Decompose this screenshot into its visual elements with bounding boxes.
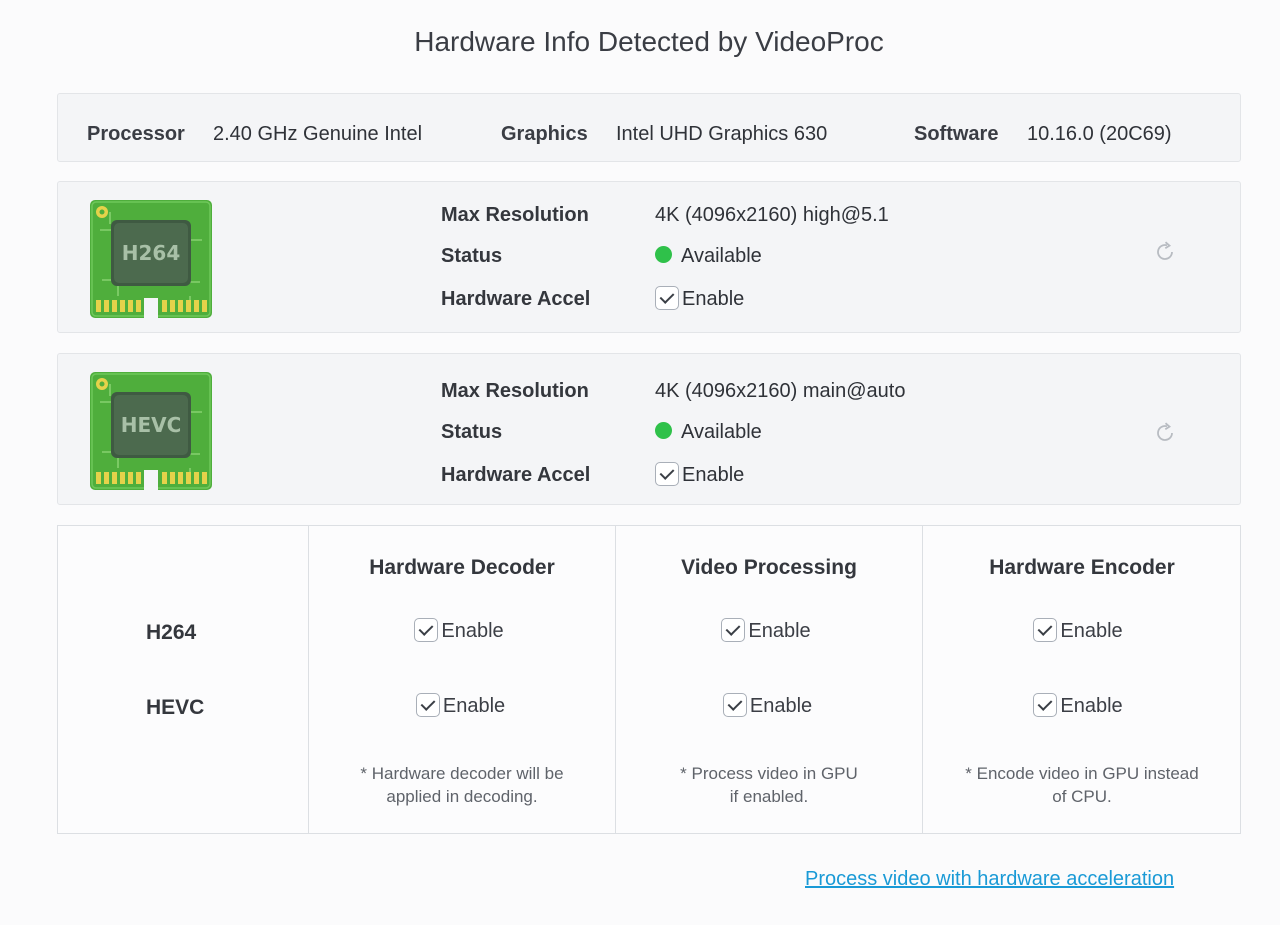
codec-panel-hevc: HEVC Max Resolution 4K (4096x2160) main@… (57, 353, 1241, 505)
status-text: Available (681, 421, 762, 443)
hardware-accel-toggle[interactable]: Enable (655, 286, 744, 311)
column-header-hardware-decoder: Hardware Decoder (369, 556, 555, 579)
checkbox-label: Enable (749, 695, 813, 717)
status-dot-icon (655, 246, 672, 263)
checkbox-label: Enable (1060, 620, 1123, 642)
max-resolution-value: 4K (4096x2160) high@5.1 (655, 204, 889, 226)
row-name-h264: H264 (146, 621, 197, 644)
status-dot-icon (655, 422, 672, 439)
checkbox-checked-icon[interactable] (415, 693, 440, 717)
hardware-accel-toggle[interactable]: Enable (655, 462, 744, 487)
chip-icon: HEVC (90, 372, 212, 490)
decoder-note: * Hardware decoder will be applied in de… (309, 762, 615, 808)
graphics-label: Graphics (501, 123, 588, 145)
hardware-accel-text: Enable (682, 464, 745, 486)
checkbox-label: Enable (1060, 695, 1123, 717)
status-text: Available (681, 245, 762, 267)
status-label: Status (441, 245, 503, 267)
hevc-processing-checkbox[interactable]: Enable (616, 693, 919, 718)
note-line: * Process video in GPU (680, 764, 858, 783)
system-info-panel: Processor 2.40 GHz Genuine Intel Graphic… (57, 93, 1241, 162)
chip-label: H264 (122, 241, 181, 265)
capability-matrix: Hardware Decoder Video Processing Hardwa… (57, 525, 1241, 834)
checkbox-label: Enable (442, 695, 506, 717)
refresh-icon[interactable] (1153, 421, 1177, 445)
max-resolution-label: Max Resolution (441, 204, 589, 226)
row-name-hevc: HEVC (146, 696, 205, 719)
note-line: applied in decoding. (386, 787, 538, 806)
note-line: if enabled. (729, 787, 809, 806)
processor-label: Processor (87, 123, 185, 145)
processing-note: * Process video in GPU if enabled. (616, 762, 922, 808)
max-resolution-value: 4K (4096x2160) main@auto (655, 380, 906, 402)
hevc-encoder-checkbox[interactable]: Enable (923, 693, 1233, 718)
note-line: * Encode video in GPU instead (965, 764, 1199, 783)
checkbox-label: Enable (748, 620, 811, 642)
processor-value: 2.40 GHz Genuine Intel (213, 123, 423, 145)
h264-processing-checkbox[interactable]: Enable (616, 618, 916, 643)
page-title: Hardware Info Detected by VideoProc (414, 26, 884, 57)
column-header-video-processing: Video Processing (681, 556, 857, 579)
checkbox-checked-icon[interactable] (722, 693, 747, 717)
hardware-acceleration-link[interactable]: Process video with hardware acceleration (805, 868, 1174, 891)
hevc-decoder-checkbox[interactable]: Enable (309, 693, 612, 718)
encoder-note: * Encode video in GPU instead of CPU. (923, 762, 1241, 808)
hardware-accel-label: Hardware Accel (441, 288, 591, 310)
status-label: Status (441, 421, 503, 443)
hardware-accel-label: Hardware Accel (441, 464, 591, 486)
max-resolution-label: Max Resolution (441, 380, 589, 402)
hardware-accel-text: Enable (682, 288, 745, 310)
checkbox-checked-icon[interactable] (1033, 693, 1058, 717)
checkbox-checked-icon[interactable] (655, 462, 679, 486)
checkbox-checked-icon[interactable] (1033, 618, 1058, 642)
note-line: of CPU. (1052, 787, 1112, 806)
checkbox-label: Enable (441, 620, 504, 642)
chip-icon: H264 (90, 200, 212, 318)
h264-encoder-checkbox[interactable]: Enable (923, 618, 1233, 643)
status-value: Available (655, 245, 762, 268)
note-line: * Hardware decoder will be (360, 764, 564, 783)
graphics-value: Intel UHD Graphics 630 (616, 123, 828, 145)
status-value: Available (655, 421, 762, 444)
software-value: 10.16.0 (20C69) (1027, 123, 1172, 145)
software-label: Software (914, 123, 999, 145)
checkbox-checked-icon[interactable] (655, 286, 679, 310)
chip-label: HEVC (121, 413, 182, 437)
h264-decoder-checkbox[interactable]: Enable (309, 618, 609, 643)
checkbox-checked-icon[interactable] (414, 618, 439, 642)
checkbox-checked-icon[interactable] (721, 618, 746, 642)
column-header-hardware-encoder: Hardware Encoder (989, 556, 1175, 579)
refresh-icon[interactable] (1153, 240, 1177, 264)
codec-panel-h264: H264 Max Resolution 4K (4096x2160) high@… (57, 181, 1241, 333)
